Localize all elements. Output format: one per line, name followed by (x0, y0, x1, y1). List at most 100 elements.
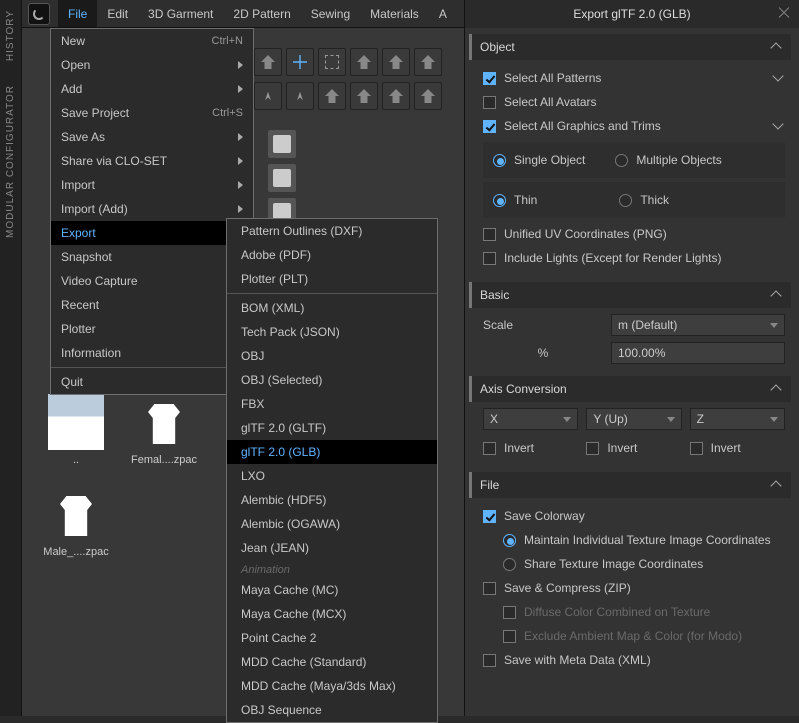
preset-icon[interactable] (268, 164, 296, 192)
asset-item[interactable]: Femal....zpac (120, 394, 208, 466)
export-menu-item[interactable]: Point Cache 2 (227, 626, 437, 650)
tool-icon[interactable] (382, 48, 410, 76)
section-header-axis[interactable]: Axis Conversion (469, 376, 791, 402)
file-menu-item[interactable]: Information (51, 341, 253, 365)
tool-icon[interactable] (350, 82, 378, 110)
export-menu-item[interactable]: OBJ Sequence (227, 698, 437, 722)
checkbox-select-all-graphics[interactable] (483, 120, 496, 133)
file-menu-item[interactable]: Save As (51, 125, 253, 149)
export-menu-item[interactable]: OBJ (227, 344, 437, 368)
export-menu-item[interactable]: MDD Cache (Standard) (227, 650, 437, 674)
tool-icon[interactable] (414, 48, 442, 76)
submenu-arrow-icon (238, 157, 243, 165)
checkbox-invert-y[interactable] (586, 442, 599, 455)
file-menu-item[interactable]: Open (51, 53, 253, 77)
export-menu-item[interactable]: OBJ (Selected) (227, 368, 437, 392)
asset-item[interactable]: .. (32, 394, 120, 466)
vtab-history[interactable]: HISTORY (3, 0, 18, 71)
export-menu-item[interactable]: Jean (JEAN) (227, 536, 437, 560)
tool-thumbs (268, 130, 296, 226)
file-menu-item[interactable]: Add (51, 77, 253, 101)
export-menu-item[interactable]: Adobe (PDF) (227, 243, 437, 267)
section-header-file[interactable]: File (469, 472, 791, 498)
tool-icon[interactable] (286, 82, 314, 110)
section-header-basic[interactable]: Basic (469, 282, 791, 308)
export-menu-item[interactable]: BOM (XML) (227, 296, 437, 320)
radio-thick[interactable] (619, 194, 632, 207)
export-menu-item[interactable]: Alembic (HDF5) (227, 488, 437, 512)
tool-simulate-icon[interactable] (254, 82, 282, 110)
menu-more[interactable]: A (429, 0, 457, 27)
select-scale[interactable]: m (Default) (611, 314, 785, 336)
tool-icon[interactable] (414, 82, 442, 110)
export-menu-item[interactable]: Maya Cache (MC) (227, 578, 437, 602)
file-menu-item[interactable]: Snapshot (51, 245, 253, 269)
asset-label: .. (32, 454, 120, 466)
file-menu-item[interactable]: Recent (51, 293, 253, 317)
checkbox-select-all-avatars[interactable] (483, 96, 496, 109)
preset-icon[interactable] (268, 130, 296, 158)
app-logo-icon[interactable] (28, 3, 50, 25)
toolbar (254, 48, 442, 110)
export-menu-item[interactable]: LXO (227, 464, 437, 488)
radio-single-object[interactable] (493, 154, 506, 167)
select-axis-y[interactable]: Y (Up) (586, 408, 681, 430)
checkbox-save-meta[interactable] (483, 654, 496, 667)
checkbox-invert-x[interactable] (483, 442, 496, 455)
radio-multiple-objects[interactable] (615, 154, 628, 167)
tool-icon[interactable] (254, 48, 282, 76)
menu-edit[interactable]: Edit (97, 0, 138, 27)
menu-3d-garment[interactable]: 3D Garment (138, 0, 223, 27)
close-icon[interactable] (777, 6, 791, 20)
export-menu-item[interactable]: Alembic (OGAWA) (227, 512, 437, 536)
radio-thin[interactable] (493, 194, 506, 207)
checkbox-save-compress[interactable] (483, 582, 496, 595)
file-menu-item[interactable]: Export (51, 221, 253, 245)
panel-title-bar: Export glTF 2.0 (GLB) (465, 0, 799, 28)
checkbox-select-all-patterns[interactable] (483, 72, 496, 85)
submenu-arrow-icon (238, 205, 243, 213)
file-menu-item[interactable]: Plotter (51, 317, 253, 341)
menu-materials[interactable]: Materials (360, 0, 429, 27)
export-menu-item[interactable]: FBX (227, 392, 437, 416)
export-menu-item[interactable]: Plotter (PLT) (227, 267, 437, 291)
radio-share-coords[interactable] (503, 558, 516, 571)
select-axis-x[interactable]: X (483, 408, 578, 430)
checkbox-invert-z[interactable] (690, 442, 703, 455)
section-header-object[interactable]: Object (469, 34, 791, 60)
tool-move-icon[interactable] (286, 48, 314, 76)
checkbox-unified-uv[interactable] (483, 228, 496, 241)
vtab-modular-configurator[interactable]: MODULAR CONFIGURATOR (3, 75, 18, 248)
chevron-down-icon[interactable] (773, 120, 785, 132)
chevron-down-icon[interactable] (773, 72, 785, 84)
tool-icon[interactable] (318, 82, 346, 110)
asset-item[interactable]: Male_....zpac (32, 486, 120, 558)
checkbox-include-lights[interactable] (483, 252, 496, 265)
export-menu-item[interactable]: Pattern Outlines (DXF) (227, 219, 437, 243)
input-percent[interactable]: 100.00% (611, 342, 785, 364)
menu-2d-pattern[interactable]: 2D Pattern (223, 0, 300, 27)
tool-icon[interactable] (350, 48, 378, 76)
radio-maintain-coords[interactable] (503, 534, 516, 547)
tool-icon[interactable] (382, 82, 410, 110)
menu-sewing[interactable]: Sewing (301, 0, 360, 27)
select-axis-z[interactable]: Z (690, 408, 785, 430)
checkbox-save-colorway[interactable] (483, 510, 496, 523)
label: Select All Avatars (504, 95, 597, 109)
file-menu-item[interactable]: Quit (51, 370, 253, 394)
file-menu-dropdown: NewCtrl+NOpenAddSave ProjectCtrl+SSave A… (50, 28, 254, 395)
file-menu-item[interactable]: Share via CLO-SET (51, 149, 253, 173)
tool-select-icon[interactable] (318, 48, 346, 76)
file-menu-item[interactable]: Import (51, 173, 253, 197)
export-menu-item[interactable]: Maya Cache (MCX) (227, 602, 437, 626)
file-menu-item[interactable]: Save ProjectCtrl+S (51, 101, 253, 125)
export-menu-item[interactable]: glTF 2.0 (GLTF) (227, 416, 437, 440)
file-menu-item[interactable]: Import (Add) (51, 197, 253, 221)
export-menu-item[interactable]: MDD Cache (Maya/3ds Max) (227, 674, 437, 698)
file-menu-item[interactable]: Video Capture (51, 269, 253, 293)
export-menu-item[interactable]: Tech Pack (JSON) (227, 320, 437, 344)
export-menu-item[interactable]: glTF 2.0 (GLB) (227, 440, 437, 464)
menu-file[interactable]: File (58, 0, 97, 27)
file-menu-item[interactable]: NewCtrl+N (51, 29, 253, 53)
label: Save & Compress (ZIP) (504, 581, 631, 595)
